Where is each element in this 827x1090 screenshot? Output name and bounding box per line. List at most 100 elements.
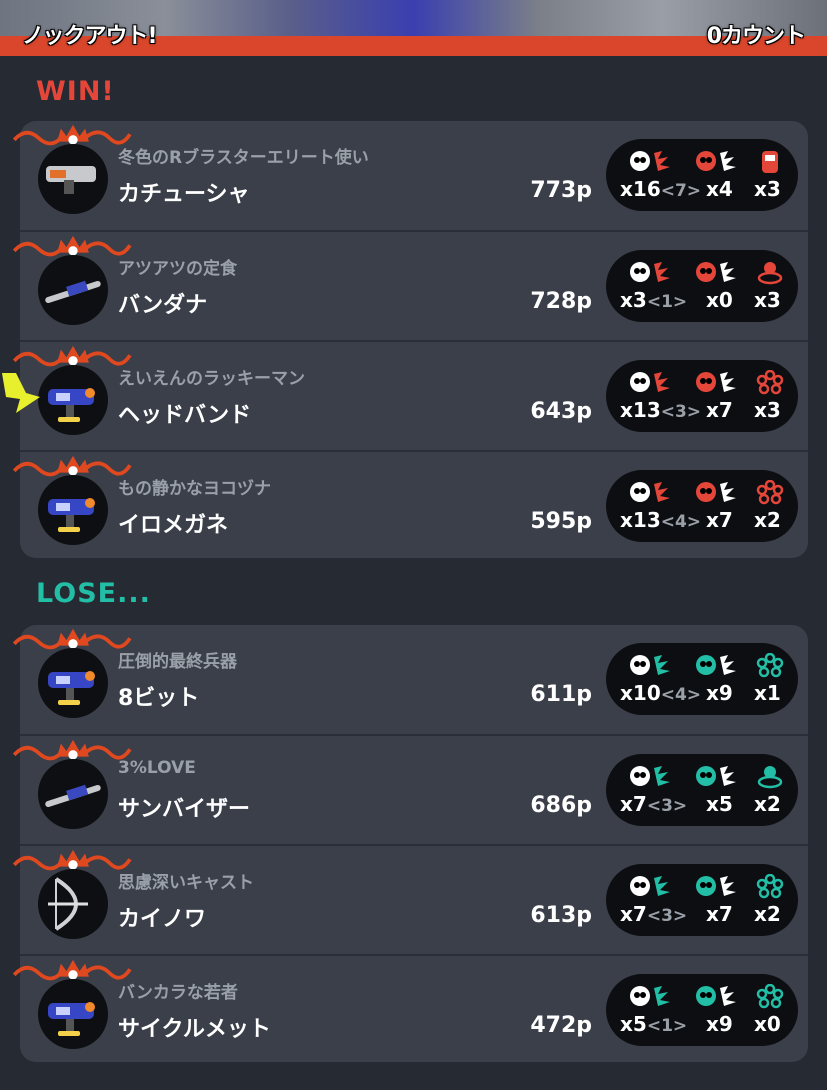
player-points: 773p xyxy=(530,178,592,203)
specials-value: x3 xyxy=(754,177,781,201)
death-icon xyxy=(696,986,736,1006)
player-row[interactable]: 冬色のRブラスターエリート使いカチューシャ 773p x16<7> x4 x3 xyxy=(12,121,808,231)
splat-icon xyxy=(630,151,670,171)
deaths-value: x7 xyxy=(706,902,733,926)
shooter-icon xyxy=(38,365,108,435)
kill-count: x10<4> xyxy=(620,681,701,705)
shooter-icon xyxy=(38,475,108,545)
bubble-blower-icon xyxy=(756,480,784,505)
player-name: カイノワ xyxy=(118,907,207,932)
assists-value: <1> xyxy=(646,1016,688,1036)
stats-pill: x3<1> x0 x3 xyxy=(606,250,798,322)
death-icon xyxy=(696,766,736,786)
player-row[interactable]: アツアツの定食 バンダナ 728p x3<1> x0 x3 xyxy=(12,230,808,342)
player-name: 8ビット xyxy=(118,686,200,711)
death-icon xyxy=(696,372,736,392)
player-points: 595p xyxy=(530,509,592,534)
player-title: 圧倒的最終兵器 xyxy=(118,652,237,672)
result-text: ノックアウト! xyxy=(22,24,158,49)
death-icon xyxy=(696,876,736,896)
player-row[interactable]: バンカラな若者サイクルメット 472p x5<1> x9 x0 xyxy=(12,954,808,1066)
stats-pill: x7<3> x7 x2 xyxy=(606,864,798,936)
win-label: WIN! xyxy=(36,76,115,107)
player-title: バンカラな若者 xyxy=(118,983,238,1003)
charger-icon xyxy=(38,255,108,325)
assists-value: <4> xyxy=(660,685,702,705)
kill-count: x3<1> xyxy=(620,288,687,312)
result-header: ノックアウト! 0カウント xyxy=(0,0,827,58)
lose-team-panel: 圧倒的最終兵器 8ビット 611p x10<4> x9 x1 3%LOVE サンバイザー 686… xyxy=(12,625,808,1062)
assists-value: <3> xyxy=(660,402,702,422)
stats-pill: x16<7> x4 x3 xyxy=(606,139,798,211)
count-text: 0カウント xyxy=(706,24,806,49)
player-points: 686p xyxy=(530,793,592,818)
specials-value: x3 xyxy=(754,288,781,312)
assists-value: <1> xyxy=(646,292,688,312)
kill-count: x13<3> xyxy=(620,398,701,422)
kill-count: x16<7> xyxy=(620,177,701,201)
sting-ray-icon xyxy=(757,262,783,285)
deaths-value: x7 xyxy=(706,398,733,422)
player-title: アツアツの定食 xyxy=(118,259,237,279)
splat-icon xyxy=(630,372,670,392)
specials-value: x2 xyxy=(754,792,781,816)
splat-icon xyxy=(630,262,670,282)
charger-icon xyxy=(38,759,108,829)
stats-pill: x13<4> x7 x2 xyxy=(606,470,798,542)
bubble-blower-icon xyxy=(756,653,784,678)
player-points: 613p xyxy=(530,903,592,928)
player-name: サイクルメット xyxy=(118,1017,271,1042)
kills-value: x13 xyxy=(620,508,661,532)
bow-icon xyxy=(38,869,108,939)
player-points: 611p xyxy=(530,682,592,707)
player-row[interactable]: もの静かなヨコヅナ イロメガネ 595p x13<4> x7 x2 xyxy=(12,450,808,562)
kills-value: x10 xyxy=(620,681,661,705)
player-points: 472p xyxy=(530,1013,592,1038)
specials-value: x2 xyxy=(754,508,781,532)
deaths-value: x4 xyxy=(706,177,733,201)
self-marker-arrow-icon xyxy=(2,373,40,413)
kill-count: x7<3> xyxy=(620,792,687,816)
player-name: カチューシャ xyxy=(118,182,250,207)
kill-count: x7<3> xyxy=(620,902,687,926)
player-name: ヘッドバンド xyxy=(118,403,252,428)
bubble-blower-icon xyxy=(756,370,784,395)
deaths-value: x9 xyxy=(706,681,733,705)
death-icon xyxy=(696,151,736,171)
specials-value: x0 xyxy=(754,1012,781,1036)
kills-value: x16 xyxy=(620,177,661,201)
assists-value: <3> xyxy=(646,796,688,816)
player-title: 冬色のRブラスターエリート使い xyxy=(118,148,369,168)
deaths-value: x5 xyxy=(706,792,733,816)
lose-label: LOSE... xyxy=(36,578,151,609)
splat-icon xyxy=(630,986,670,1006)
stats-pill: x7<3> x5 x2 xyxy=(606,754,798,826)
bubble-blower-icon xyxy=(756,984,784,1009)
shooter-icon xyxy=(38,979,108,1049)
deaths-value: x7 xyxy=(706,508,733,532)
player-name: サンバイザー xyxy=(118,797,251,822)
deaths-value: x0 xyxy=(706,288,733,312)
kill-count: x13<4> xyxy=(620,508,701,532)
blaster-icon xyxy=(38,144,108,214)
player-row[interactable]: えいえんのラッキーマン ヘッドバンド 643p x13<3> x7 x3 xyxy=(12,340,808,452)
player-row[interactable]: 圧倒的最終兵器 8ビット 611p x10<4> x9 x1 xyxy=(12,625,808,735)
kills-value: x7 xyxy=(620,902,647,926)
player-title: 思慮深いキャスト xyxy=(118,873,254,893)
deaths-value: x9 xyxy=(706,1012,733,1036)
player-title: えいえんのラッキーマン xyxy=(118,369,305,389)
player-row[interactable]: 思慮深いキャストカイノワ 613p x7<3> x7 x2 xyxy=(12,844,808,956)
death-icon xyxy=(696,262,736,282)
win-team-panel: 冬色のRブラスターエリート使いカチューシャ 773p x16<7> x4 x3 アツアツの… xyxy=(12,121,808,558)
sting-ray-icon xyxy=(757,766,783,789)
death-icon xyxy=(696,482,736,502)
player-name: バンダナ xyxy=(118,293,208,318)
specials-value: x1 xyxy=(754,681,781,705)
specials-value: x3 xyxy=(754,398,781,422)
assists-value: <7> xyxy=(660,181,702,201)
kills-value: x5 xyxy=(620,1012,647,1036)
ink-armor-icon xyxy=(762,151,778,173)
player-row[interactable]: 3%LOVE サンバイザー 686p x7<3> x5 x2 xyxy=(12,734,808,846)
splat-icon xyxy=(630,766,670,786)
player-title: もの静かなヨコヅナ xyxy=(118,479,271,499)
